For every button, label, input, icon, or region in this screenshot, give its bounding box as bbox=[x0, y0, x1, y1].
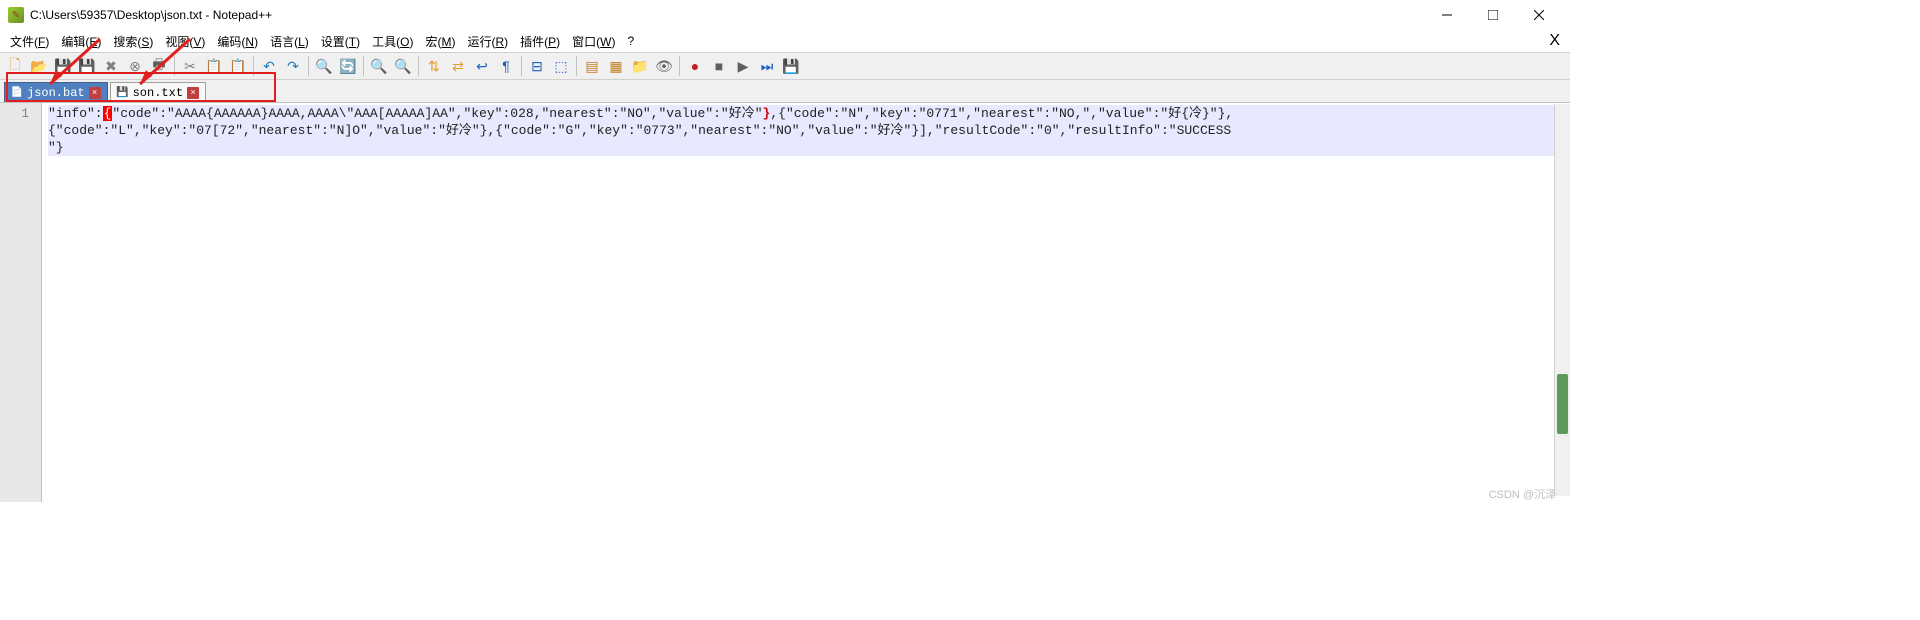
lang-icon[interactable]: ⬚ bbox=[550, 55, 572, 77]
wrap-icon[interactable]: ↩ bbox=[471, 55, 493, 77]
tab-son-txt[interactable]: 💾 son.txt × bbox=[110, 82, 206, 102]
play-multi-icon[interactable]: ⏭ bbox=[756, 55, 778, 77]
toolbar-separator bbox=[679, 56, 680, 76]
code-text: "} bbox=[48, 140, 64, 155]
code-content[interactable]: "info":{"code":"AAAA{AAAAAA}AAAA,AAAA\"A… bbox=[42, 103, 1570, 502]
menu-f[interactable]: 文件(F) bbox=[4, 31, 55, 52]
zoom-out-icon[interactable]: 🔍 bbox=[392, 55, 414, 77]
menu-e[interactable]: 编辑(E) bbox=[55, 31, 107, 52]
menu-m[interactable]: 宏(M) bbox=[419, 31, 461, 52]
tab-close-icon[interactable]: × bbox=[187, 87, 199, 99]
scrollbar-thumb[interactable] bbox=[1557, 374, 1568, 434]
paste-icon[interactable]: 📋 bbox=[227, 55, 249, 77]
sync-h-icon[interactable]: ⇄ bbox=[447, 55, 469, 77]
copy-icon[interactable]: 📋 bbox=[203, 55, 225, 77]
save-all-icon[interactable]: 💾 bbox=[76, 55, 98, 77]
maximize-button[interactable] bbox=[1470, 0, 1516, 30]
tab-label: son.txt bbox=[133, 86, 183, 100]
zoom-in-icon[interactable]: 🔍 bbox=[368, 55, 390, 77]
line-number: 1 bbox=[0, 105, 41, 122]
file-icon: 📄 bbox=[11, 87, 23, 99]
menubar-close-icon[interactable]: X bbox=[1549, 32, 1560, 50]
toolbar-separator bbox=[418, 56, 419, 76]
toolbar-separator bbox=[576, 56, 577, 76]
title-bar: C:\Users\59357\Desktop\json.txt - Notepa… bbox=[0, 0, 1570, 30]
code-text: "code":"AAAA{AAAAAA}AAAA,AAAA\"AAA[AAAAA… bbox=[112, 106, 762, 121]
open-file-icon[interactable]: 📂 bbox=[28, 55, 50, 77]
play-icon[interactable]: ▶ bbox=[732, 55, 754, 77]
tab-label: json.bat bbox=[27, 86, 85, 100]
folder-icon[interactable]: 📁 bbox=[629, 55, 651, 77]
menu-v[interactable]: 视图(V) bbox=[159, 31, 211, 52]
brace-highlight-icon: { bbox=[103, 106, 113, 121]
menu-help[interactable]: ? bbox=[621, 32, 640, 50]
record-icon[interactable]: ● bbox=[684, 55, 706, 77]
close-icon[interactable]: ✖ bbox=[100, 55, 122, 77]
toolbar-separator bbox=[521, 56, 522, 76]
menu-n[interactable]: 编码(N) bbox=[211, 31, 264, 52]
save-icon[interactable]: 💾 bbox=[52, 55, 74, 77]
window-title: C:\Users\59357\Desktop\json.txt - Notepa… bbox=[30, 8, 272, 22]
menu-l[interactable]: 语言(L) bbox=[264, 31, 315, 52]
menu-r[interactable]: 运行(R) bbox=[461, 31, 514, 52]
toolbar-separator bbox=[363, 56, 364, 76]
redo-icon[interactable]: ↷ bbox=[282, 55, 304, 77]
close-all-icon[interactable]: ⊗ bbox=[124, 55, 146, 77]
menu-o[interactable]: 工具(O) bbox=[366, 31, 419, 52]
new-file-icon[interactable]: 🗋 bbox=[4, 55, 26, 77]
minimize-button[interactable] bbox=[1424, 0, 1470, 30]
menu-s[interactable]: 搜索(S) bbox=[107, 31, 159, 52]
find-icon[interactable]: 🔍 bbox=[313, 55, 335, 77]
watermark-text: CSDN @沉泽 bbox=[1489, 486, 1556, 502]
undo-icon[interactable]: ↶ bbox=[258, 55, 280, 77]
indent-guide-icon[interactable]: ⊟ bbox=[526, 55, 548, 77]
save-icon: 💾 bbox=[117, 87, 129, 99]
toolbar-separator bbox=[308, 56, 309, 76]
code-text: "info": bbox=[48, 106, 103, 121]
doc-map-icon[interactable]: ▤ bbox=[581, 55, 603, 77]
tab-json-bat[interactable]: 📄 json.bat × bbox=[4, 82, 108, 102]
toolbar: 🗋📂💾💾✖⊗🖶✂📋📋↶↷🔍🔄🔍🔍⇅⇄↩¶⊟⬚▤▦📁👁●■▶⏭💾 bbox=[0, 52, 1570, 80]
window-controls bbox=[1424, 0, 1562, 30]
line-number-gutter: 1 bbox=[0, 103, 42, 502]
all-chars-icon[interactable]: ¶ bbox=[495, 55, 517, 77]
vertical-scrollbar[interactable] bbox=[1554, 104, 1570, 496]
menu-p[interactable]: 插件(P) bbox=[514, 31, 566, 52]
monitor-icon[interactable]: 👁 bbox=[653, 55, 675, 77]
toolbar-separator bbox=[253, 56, 254, 76]
stop-icon[interactable]: ■ bbox=[708, 55, 730, 77]
toolbar-separator bbox=[174, 56, 175, 76]
menu-t[interactable]: 设置(T) bbox=[315, 31, 366, 52]
sync-v-icon[interactable]: ⇅ bbox=[423, 55, 445, 77]
print-icon[interactable]: 🖶 bbox=[148, 55, 170, 77]
tab-bar: 📄 json.bat × 💾 son.txt × bbox=[0, 80, 1570, 102]
cut-icon[interactable]: ✂ bbox=[179, 55, 201, 77]
close-window-button[interactable] bbox=[1516, 0, 1562, 30]
replace-icon[interactable]: 🔄 bbox=[337, 55, 359, 77]
app-icon bbox=[8, 7, 24, 23]
tab-close-icon[interactable]: × bbox=[89, 87, 101, 99]
func-list-icon[interactable]: ▦ bbox=[605, 55, 627, 77]
code-text: {"code":"L","key":"07[72","nearest":"N]O… bbox=[48, 123, 1231, 138]
code-text: ,{"code":"N","key":"0771","nearest":"NO,… bbox=[770, 106, 1233, 121]
menu-w[interactable]: 窗口(W) bbox=[566, 31, 621, 52]
save-macro-icon[interactable]: 💾 bbox=[780, 55, 802, 77]
menu-bar: 文件(F)编辑(E)搜索(S)视图(V)编码(N)语言(L)设置(T)工具(O)… bbox=[0, 30, 1570, 52]
editor-area[interactable]: 1 "info":{"code":"AAAA{AAAAAA}AAAA,AAAA\… bbox=[0, 102, 1570, 502]
